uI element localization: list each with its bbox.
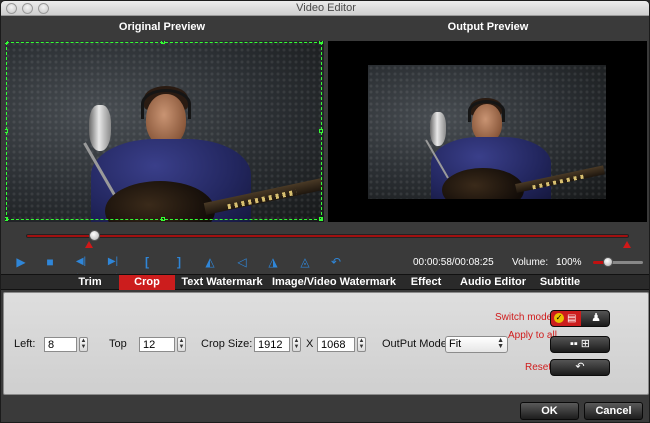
left-input[interactable] <box>44 337 77 352</box>
stop-icon[interactable]: ■ <box>42 254 58 270</box>
cancel-button[interactable]: Cancel <box>584 402 643 420</box>
mark-out-marker[interactable] <box>623 241 631 248</box>
time-display: 00:00:58/00:08:25 <box>413 257 494 268</box>
mark-out-icon[interactable]: ▶|◀ <box>105 254 121 283</box>
crop-width-input[interactable] <box>254 337 290 352</box>
volume-label: Volume: <box>512 257 549 268</box>
mark-in-marker[interactable] <box>85 241 93 248</box>
crop-handle-bottom-left[interactable] <box>5 217 8 221</box>
switch-mode-toggle[interactable]: ✓ ▤ ♟ <box>550 310 610 327</box>
document-icon: ▤ <box>567 313 577 324</box>
select-arrows-icon: ▲ ▼ <box>497 337 504 350</box>
window-title: Video Editor <box>296 2 356 14</box>
crop-handle-top-left[interactable] <box>5 41 8 44</box>
output-mode-select[interactable]: Fit ▲ ▼ <box>445 336 508 353</box>
seek-thumb[interactable] <box>89 230 100 241</box>
crop-handle-top[interactable] <box>161 41 165 44</box>
switch-mode-label: Switch mode <box>495 312 553 323</box>
video-editor-window: Video Editor Original Preview Output Pre… <box>0 0 650 423</box>
tab-image-video-watermark[interactable]: Image/Video Watermark <box>269 275 399 290</box>
tab-trim[interactable]: Trim <box>61 275 119 290</box>
left-label: Left: <box>14 338 36 350</box>
output-mode-value: Fit <box>449 338 462 350</box>
tab-crop[interactable]: Crop <box>119 275 175 290</box>
seek-bar[interactable] <box>26 234 629 238</box>
crop-handle-right[interactable] <box>319 129 323 133</box>
microphone <box>430 112 446 146</box>
size-separator: X <box>306 338 314 350</box>
crop-height-input[interactable] <box>317 337 355 352</box>
output-mode-label: OutPut Mode <box>382 338 447 350</box>
top-label: Top <box>109 338 127 350</box>
crop-handle-top-right[interactable] <box>319 41 323 44</box>
output-preview-label: Output Preview <box>447 21 529 33</box>
crop-frame[interactable] <box>6 42 322 220</box>
top-stepper[interactable]: ▲ ▼ <box>177 337 186 352</box>
volume-thumb[interactable] <box>603 257 613 267</box>
bracket-left-icon[interactable]: [ <box>139 254 155 270</box>
crop-handle-left[interactable] <box>5 129 8 133</box>
tab-text-watermark[interactable]: Text Watermark <box>175 275 269 290</box>
tab-audio-editor[interactable]: Audio Editor <box>453 275 533 290</box>
apply-all-icon: ▪▪ ⊞ <box>569 338 591 350</box>
original-preview[interactable] <box>5 41 324 222</box>
crop-height-stepper[interactable]: ▲ ▼ <box>357 337 366 352</box>
reset-button[interactable]: ↶ <box>550 359 610 376</box>
undo-arrow-icon: ↶ <box>575 361 585 373</box>
bracket-right-icon[interactable]: ] <box>171 254 187 270</box>
output-preview <box>328 41 647 222</box>
playback-controls: ▶ ■ ◀|▶ ▶|◀ [ ] ◭ ◁ ◮ ◬ ↶ 00:00:58/00:08… <box>1 250 649 283</box>
flip-vertical-icon[interactable]: ◮ <box>265 254 281 270</box>
crop-handle-bottom[interactable] <box>161 217 165 221</box>
crop-size-label: Crop Size: <box>201 338 253 350</box>
volume-value: 100% <box>556 257 582 268</box>
tab-subtitle[interactable]: Subtitle <box>533 275 587 290</box>
editor-tabs: Trim Crop Text Watermark Image/Video Wat… <box>1 274 649 290</box>
title-bar: Video Editor <box>1 1 649 16</box>
left-stepper[interactable]: ▲ ▼ <box>79 337 88 352</box>
play-icon[interactable]: ▶ <box>13 254 29 270</box>
output-video-frame <box>368 65 606 199</box>
undo-icon[interactable]: ↶ <box>328 254 344 270</box>
crop-width-stepper[interactable]: ▲ ▼ <box>292 337 301 352</box>
volume-slider[interactable] <box>593 261 643 264</box>
checkmark-icon: ✓ <box>554 313 564 323</box>
crop-handle-bottom-right[interactable] <box>319 217 323 221</box>
top-input[interactable] <box>139 337 175 352</box>
apply-to-all-button[interactable]: ▪▪ ⊞ <box>550 336 610 353</box>
original-preview-label: Original Preview <box>118 21 206 33</box>
flip-left-icon[interactable]: ◁ <box>234 254 250 270</box>
tab-effect[interactable]: Effect <box>399 275 453 290</box>
mark-in-icon[interactable]: ◀|▶ <box>73 254 89 283</box>
flip-horizontal-icon[interactable]: ◭ <box>202 254 218 270</box>
switch-mode-on-segment[interactable]: ✓ ▤ <box>551 311 581 326</box>
person-icon[interactable]: ♟ <box>581 311 609 326</box>
crop-panel: Left: ▲▼ Top ▲▼ Crop Size: ▲▼ X ▲▼ OutPu… <box>3 292 649 395</box>
ok-button[interactable]: OK <box>520 402 579 420</box>
rotate-icon[interactable]: ◬ <box>297 254 313 270</box>
reset-label: Reset <box>525 362 552 373</box>
